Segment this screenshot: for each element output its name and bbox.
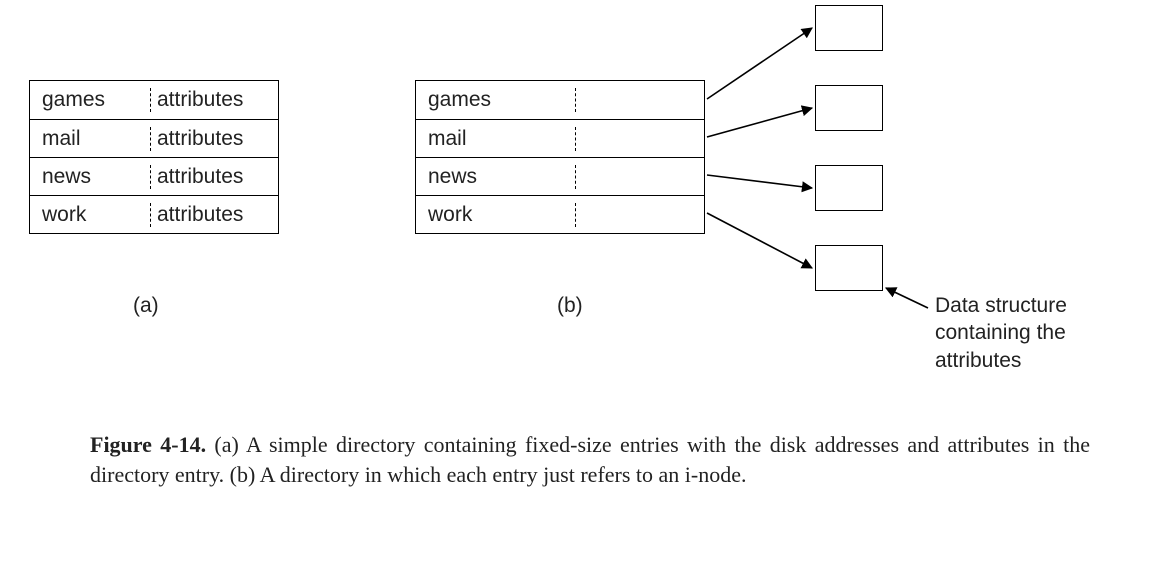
entry-name: mail xyxy=(30,127,150,151)
entry-attributes: attributes xyxy=(150,127,278,151)
inode-box xyxy=(815,165,883,211)
directory-table-b: games mail news work xyxy=(415,80,705,234)
inode-box xyxy=(815,85,883,131)
table-row: games attributes xyxy=(30,81,278,119)
table-row: work attributes xyxy=(30,195,278,233)
inode-box xyxy=(815,5,883,51)
entry-attributes: attributes xyxy=(150,165,278,189)
entry-attributes: attributes xyxy=(150,203,278,227)
caption-text: (a) A simple directory containing fixed-… xyxy=(90,432,1090,487)
table-row: mail attributes xyxy=(30,119,278,157)
table-row: work xyxy=(416,195,704,233)
entry-name: games xyxy=(30,88,150,112)
inode-box xyxy=(815,245,883,291)
figure-caption: Figure 4-14. (a) A simple directory cont… xyxy=(90,430,1090,489)
figure-number: Figure 4-14. xyxy=(90,432,206,457)
entry-name: work xyxy=(30,203,150,227)
table-row: news xyxy=(416,157,704,195)
entry-name: games xyxy=(416,88,576,112)
table-row: mail xyxy=(416,119,704,157)
entry-attributes: attributes xyxy=(150,88,278,112)
subfigure-label-b: (b) xyxy=(557,294,583,318)
subfigure-label-a: (a) xyxy=(133,294,159,318)
entry-name: news xyxy=(30,165,150,189)
entry-name: news xyxy=(416,165,576,189)
directory-table-a: games attributes mail attributes news at… xyxy=(29,80,279,234)
table-row: games xyxy=(416,81,704,119)
entry-name: mail xyxy=(416,127,576,151)
callout-label: Data structure containing the attributes xyxy=(935,292,1135,374)
entry-name: work xyxy=(416,203,576,227)
table-row: news attributes xyxy=(30,157,278,195)
